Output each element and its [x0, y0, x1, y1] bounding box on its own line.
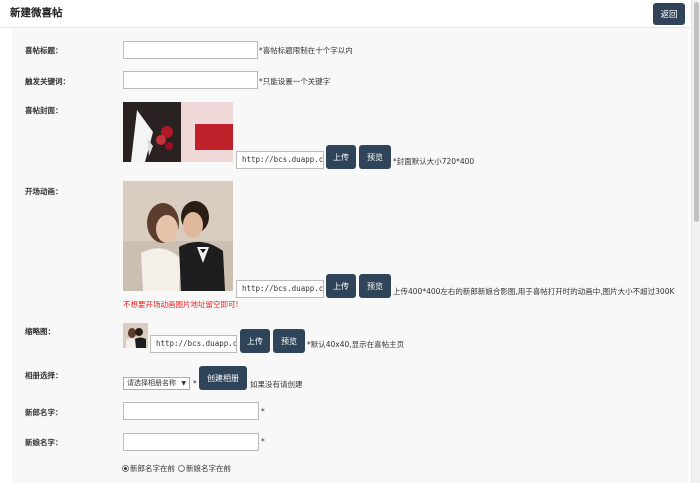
cover-hint: *封面默认大小720*400 [393, 157, 475, 166]
form-panel [12, 28, 688, 483]
thumb-upload-button[interactable]: 上传 [240, 329, 270, 353]
title-hint: *喜帖标题限制在十个字以内 [259, 46, 353, 55]
album-select-value: 请选择相册名称 [127, 379, 176, 387]
intro-url-input[interactable]: http://bcs.duapp.com/ [236, 280, 324, 298]
cover-image [123, 102, 233, 162]
scrollbar[interactable] [691, 0, 700, 483]
order-option-label: 新郎名字在前 [130, 464, 175, 473]
radio-selected-icon [122, 465, 129, 472]
intro-hint: 上传400*400左右的新郎新娘合影图,用于喜帖打开时的动画中,图片大小不超过3… [393, 287, 675, 296]
intro-image [123, 181, 233, 291]
cover-upload-button[interactable]: 上传 [326, 145, 356, 169]
intro-warning: 不想要开场动画图片地址留空即可! [123, 300, 239, 309]
intro-preview-button[interactable]: 预览 [359, 274, 391, 298]
order-option-groom-first[interactable]: 新郎名字在前 [122, 463, 175, 474]
keyword-input[interactable] [123, 71, 258, 89]
groom-required-star: * [261, 407, 265, 416]
cover-label: 喜帖封面： [25, 106, 63, 115]
intro-label: 开场动画： [25, 187, 63, 196]
chevron-down-icon: ▼ [181, 380, 186, 387]
thumb-hint: *默认40x40,显示在喜帖主页 [307, 340, 405, 349]
thumb-preview-button[interactable]: 预览 [273, 329, 305, 353]
thumb-url-input[interactable]: http://bcs.duapp.com/ [150, 335, 237, 353]
page-title: 新建微喜帖 [10, 7, 63, 19]
thumb-image [123, 323, 148, 348]
title-label: 喜帖标题： [25, 46, 63, 55]
back-button[interactable]: 返回 [653, 3, 685, 25]
cover-url-input[interactable]: http://bcs.duapp.com/ [236, 151, 324, 169]
order-option-label: 新娘名字在前 [186, 464, 231, 473]
bride-label: 新娘名字： [25, 438, 63, 447]
bride-required-star: * [261, 437, 265, 446]
keyword-hint: *只能设置一个关键字 [259, 77, 331, 86]
scrollbar-thumb[interactable] [694, 2, 699, 222]
create-album-button[interactable]: 创建相册 [199, 366, 247, 390]
radio-icon [178, 465, 185, 472]
title-input[interactable] [123, 41, 258, 59]
groom-label: 新郎名字： [25, 408, 63, 417]
album-hint: 如果没有请创建 [250, 380, 303, 389]
intro-upload-button[interactable]: 上传 [326, 274, 356, 298]
order-option-bride-first[interactable]: 新娘名字在前 [178, 463, 231, 474]
keyword-label: 触发关键词： [25, 77, 70, 86]
groom-name-input[interactable] [123, 402, 259, 420]
thumb-label: 缩略图： [25, 327, 55, 336]
header-bar: 新建微喜帖 返回 [0, 0, 690, 28]
album-select[interactable]: 请选择相册名称 ▼ [123, 377, 190, 390]
album-required-star: * [193, 379, 197, 388]
cover-preview-button[interactable]: 预览 [359, 145, 391, 169]
album-label: 相册选择： [25, 371, 63, 380]
bride-name-input[interactable] [123, 433, 259, 451]
